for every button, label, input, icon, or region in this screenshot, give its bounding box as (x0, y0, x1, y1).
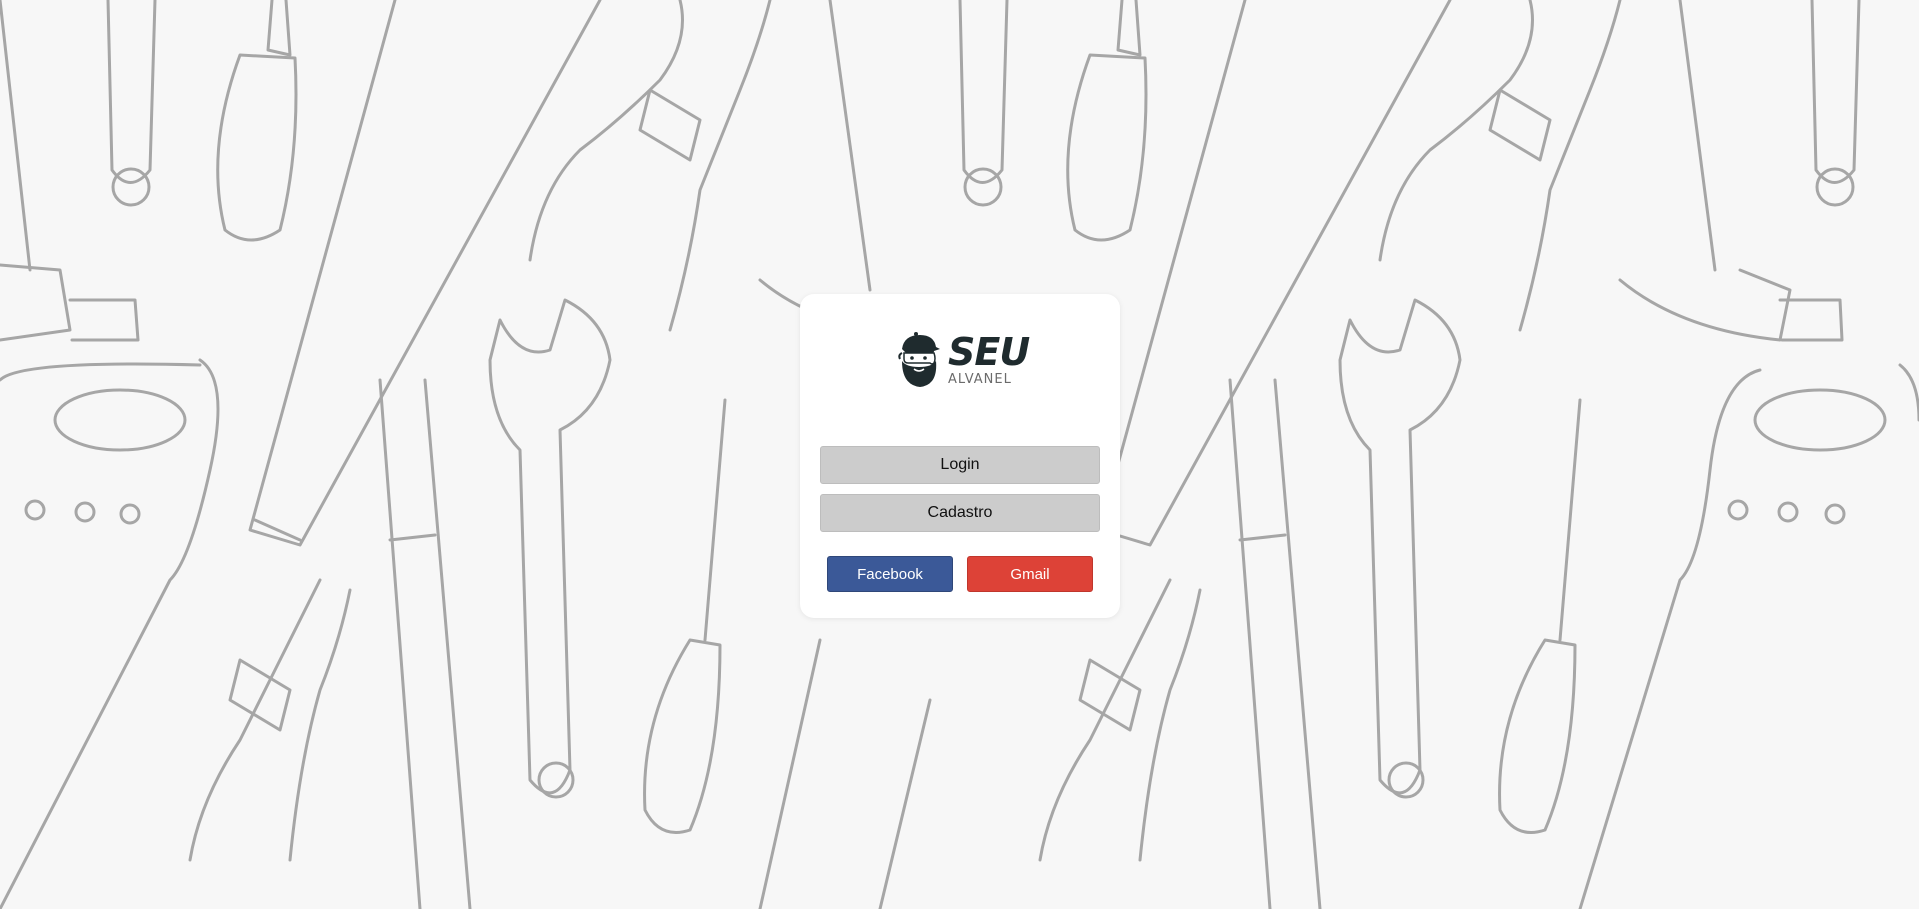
hammer-icon (0, 0, 140, 342)
saw-icon (758, 638, 932, 909)
saw-icon (0, 358, 220, 909)
brand-wordmark: SEU ALVANEL (948, 329, 1030, 387)
wrench-icon (958, 0, 1009, 207)
hammer-icon (758, 0, 912, 332)
wrench-icon (1810, 0, 1861, 207)
brand-name-main: SEU (948, 329, 1030, 374)
signup-button[interactable]: Cadastro (820, 494, 1100, 532)
auth-card: SEU ALVANEL Login Cadastro Facebook Gmai… (800, 294, 1120, 618)
screwdriver-icon (1066, 0, 1148, 242)
login-button[interactable]: Login (820, 446, 1100, 484)
facebook-login-button[interactable]: Facebook (827, 556, 953, 592)
pliers-icon (1378, 0, 1622, 332)
adjustable-wrench-icon (488, 298, 612, 799)
pliers-icon (188, 578, 352, 862)
adjustable-wrench-icon (1338, 298, 1462, 799)
hammer-icon (1228, 378, 1322, 909)
pliers-icon (1038, 578, 1202, 862)
hammer-icon (1618, 0, 1844, 342)
screwdriver-icon (643, 398, 727, 834)
saw-icon (1578, 363, 1919, 909)
screwdriver-icon (1498, 398, 1582, 834)
bearded-man-cap-icon (898, 332, 940, 387)
saw-icon (248, 0, 602, 547)
wrench-icon (106, 0, 157, 207)
pliers-icon (528, 0, 772, 332)
brand-logo: SEU ALVANEL (894, 326, 1030, 392)
gmail-login-button[interactable]: Gmail (967, 556, 1093, 592)
saw-icon (1098, 0, 1452, 547)
screwdriver-icon (216, 0, 298, 242)
hammer-icon (378, 378, 472, 909)
brand-name-sub: ALVANEL (948, 371, 1012, 387)
